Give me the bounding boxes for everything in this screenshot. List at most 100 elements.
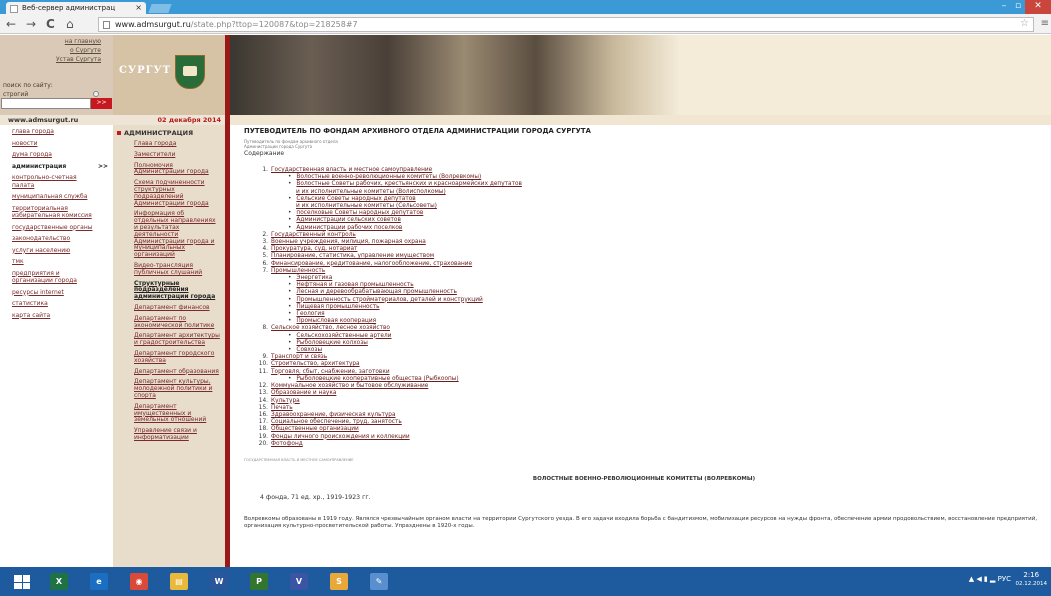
- toc-link[interactable]: Коммунальное хозяйство и бытовое обслужи…: [271, 383, 428, 389]
- taskbar-app[interactable]: P: [244, 570, 274, 593]
- close-window-icon[interactable]: ✕: [1025, 0, 1051, 14]
- toc-link[interactable]: Культура: [271, 398, 300, 404]
- toc-link[interactable]: Рыболовецкие колхозы: [296, 340, 367, 346]
- toc-link[interactable]: Сельское хозяйство, лесное хозяйство: [271, 325, 390, 331]
- toc-link[interactable]: Торговля, сбыт, снабжение, заготовки: [271, 369, 390, 375]
- toc-link[interactable]: Совхозы: [296, 347, 322, 353]
- nav-item[interactable]: услуги населению: [0, 245, 96, 257]
- toc-link[interactable]: Печать: [271, 405, 293, 411]
- admin-nav-item[interactable]: Информация об отдельных направлениях и р…: [134, 211, 220, 259]
- strict-search-checkbox[interactable]: [93, 91, 99, 97]
- taskbar-app[interactable]: V: [284, 570, 314, 593]
- tab-close-icon[interactable]: ×: [135, 3, 142, 12]
- toc-link[interactable]: Администрации сельских советов: [296, 217, 400, 223]
- toc-link[interactable]: Промышленность стройматериалов, деталей …: [296, 297, 482, 303]
- new-tab-button[interactable]: [148, 4, 172, 13]
- nav-item[interactable]: ресурсы internet: [0, 287, 96, 299]
- toc-link[interactable]: Лесная и деревообрабатывающая промышленн…: [296, 289, 456, 295]
- home-icon[interactable]: ⌂: [66, 17, 74, 31]
- taskbar-app[interactable]: ▤: [164, 570, 194, 593]
- toc-link[interactable]: Волостные Советы рабочих, крестьянских и…: [296, 181, 521, 187]
- toc-link[interactable]: Волостные военно-революционные комитеты …: [296, 174, 481, 180]
- toc-link[interactable]: Транспорт и связь: [271, 354, 327, 360]
- admin-nav-item[interactable]: Глава города: [134, 140, 220, 148]
- nav-item[interactable]: тмк: [0, 256, 96, 268]
- toc-link[interactable]: Энергетика: [296, 275, 332, 281]
- toc-link[interactable]: Государственная власть и местное самоупр…: [271, 167, 432, 173]
- taskbar-app[interactable]: e: [84, 570, 114, 593]
- nav-item[interactable]: дума города: [0, 149, 96, 161]
- admin-nav-item[interactable]: Департамент по экономической политике: [134, 315, 220, 330]
- toc-link[interactable]: Сельскохозяйственные артели: [296, 333, 391, 339]
- toc-link[interactable]: Фонды личного происхождения и коллекции: [271, 434, 410, 440]
- reload-icon[interactable]: C: [46, 17, 55, 31]
- toc-link[interactable]: Общественные организации: [271, 426, 359, 432]
- search-input[interactable]: [1, 98, 91, 109]
- toc-link[interactable]: Образование и наука: [271, 390, 336, 396]
- taskbar-app[interactable]: ✎: [364, 570, 394, 593]
- link-charter[interactable]: Устав Сургута: [56, 55, 101, 64]
- link-about-surgut[interactable]: о Сургуте: [56, 46, 101, 55]
- taskbar-app[interactable]: ◉: [124, 570, 154, 593]
- toc-link[interactable]: и их исполнительные комитеты (Сельсоветы…: [296, 203, 437, 209]
- maximize-icon[interactable]: ▫: [1011, 0, 1025, 14]
- toc-link[interactable]: Фотофонд: [271, 441, 303, 447]
- toc-link[interactable]: Прокуратура, суд, нотариат: [271, 246, 357, 252]
- toc-link[interactable]: Государственный контроль: [271, 232, 356, 238]
- forward-icon[interactable]: →: [26, 17, 36, 31]
- system-tray[interactable]: ▲ ◀ ▮ ▂ РУС: [969, 575, 1011, 583]
- nav-item[interactable]: новости: [0, 138, 96, 150]
- toc-link[interactable]: Нефтяная и газовая промышленность: [296, 282, 413, 288]
- nav-item[interactable]: государственные органы: [0, 222, 96, 234]
- nav-item[interactable]: контрольно-счетная палата: [0, 172, 96, 191]
- nav-item[interactable]: муниципальная служба: [0, 191, 96, 203]
- nav-item[interactable]: предприятия и организации города: [0, 268, 96, 287]
- toc-link[interactable]: Здравоохранение, физическая культура: [271, 412, 396, 418]
- admin-nav-item[interactable]: Департамент культуры, молодежной политик…: [134, 378, 220, 399]
- toc-link[interactable]: Сельские Советы народных депутатов: [296, 196, 415, 202]
- admin-nav-item[interactable]: Управление связи и информатизации: [134, 427, 220, 442]
- admin-nav-item[interactable]: Департамент городского хозяйства: [134, 350, 220, 365]
- nav-item[interactable]: карта сайта: [0, 310, 96, 322]
- toc-link[interactable]: Строительство, архитектура: [271, 361, 360, 367]
- taskbar-app[interactable]: W: [204, 570, 234, 593]
- admin-nav-item[interactable]: Департамент имущественных и земельных от…: [134, 403, 220, 424]
- toc-link[interactable]: и их исполнительные комитеты (Волисполко…: [296, 189, 446, 195]
- back-icon[interactable]: ←: [6, 17, 16, 31]
- admin-nav-item[interactable]: Департамент образования: [134, 368, 220, 376]
- input-language[interactable]: РУС: [998, 575, 1011, 583]
- admin-nav-item[interactable]: Полномочия Администрации города: [134, 162, 220, 177]
- search-button[interactable]: >>: [91, 98, 112, 109]
- toc-link[interactable]: Администрации рабочих поселков: [296, 225, 402, 231]
- nav-item[interactable]: глава города: [0, 126, 96, 138]
- minimize-icon[interactable]: –: [997, 0, 1011, 14]
- nav-item[interactable]: территориальная избирательная комиссия: [0, 203, 96, 222]
- taskbar-clock[interactable]: 2:16 02.12.2014: [1016, 571, 1048, 589]
- toc-link[interactable]: Рыболовецкие кооперативные общества (Рыб…: [296, 376, 458, 382]
- nav-item[interactable]: администрация: [0, 161, 96, 173]
- toc-link[interactable]: Социальное обеспечение, труд, занятость: [271, 419, 402, 425]
- admin-nav-item[interactable]: Департамент финансов: [134, 304, 220, 312]
- toc-link[interactable]: поселковые Советы народных депутатов: [296, 210, 423, 216]
- site-logo[interactable]: СУРГУТ: [119, 65, 171, 76]
- bookmark-star-icon[interactable]: ☆: [1020, 18, 1029, 29]
- taskbar-app[interactable]: S: [324, 570, 354, 593]
- link-home[interactable]: на главную: [56, 37, 101, 46]
- address-bar[interactable]: www.admsurgut.ru/state.php?ttop=120087&t…: [98, 17, 1034, 32]
- toc-link[interactable]: Пищевая промышленность: [296, 304, 379, 310]
- toc-link[interactable]: Планирование, статистика, управление иму…: [271, 253, 434, 259]
- admin-nav-item[interactable]: Схема подчиненности структурных подразде…: [134, 179, 220, 207]
- toc-link[interactable]: Военные учреждения, милиция, пожарная ох…: [271, 239, 426, 245]
- browser-menu-icon[interactable]: ≡: [1041, 18, 1049, 29]
- toc-link[interactable]: Финансирование, кредитование, налогообло…: [271, 261, 472, 267]
- admin-nav-item[interactable]: Структурные подразделения администрации …: [134, 280, 220, 301]
- admin-nav-item[interactable]: Департамент архитектуры и градостроитель…: [134, 333, 220, 347]
- toc-link[interactable]: Промышленность: [271, 268, 325, 274]
- taskbar-app[interactable]: X: [44, 570, 74, 593]
- admin-nav-item[interactable]: Видео-трансляция публичных слушаний: [134, 262, 220, 277]
- start-button[interactable]: [8, 570, 38, 593]
- toc-link[interactable]: Промысловая кооперация: [296, 318, 376, 324]
- toc-link[interactable]: Геология: [296, 311, 324, 317]
- nav-item[interactable]: законодательство: [0, 233, 96, 245]
- nav-item[interactable]: статистика: [0, 298, 96, 310]
